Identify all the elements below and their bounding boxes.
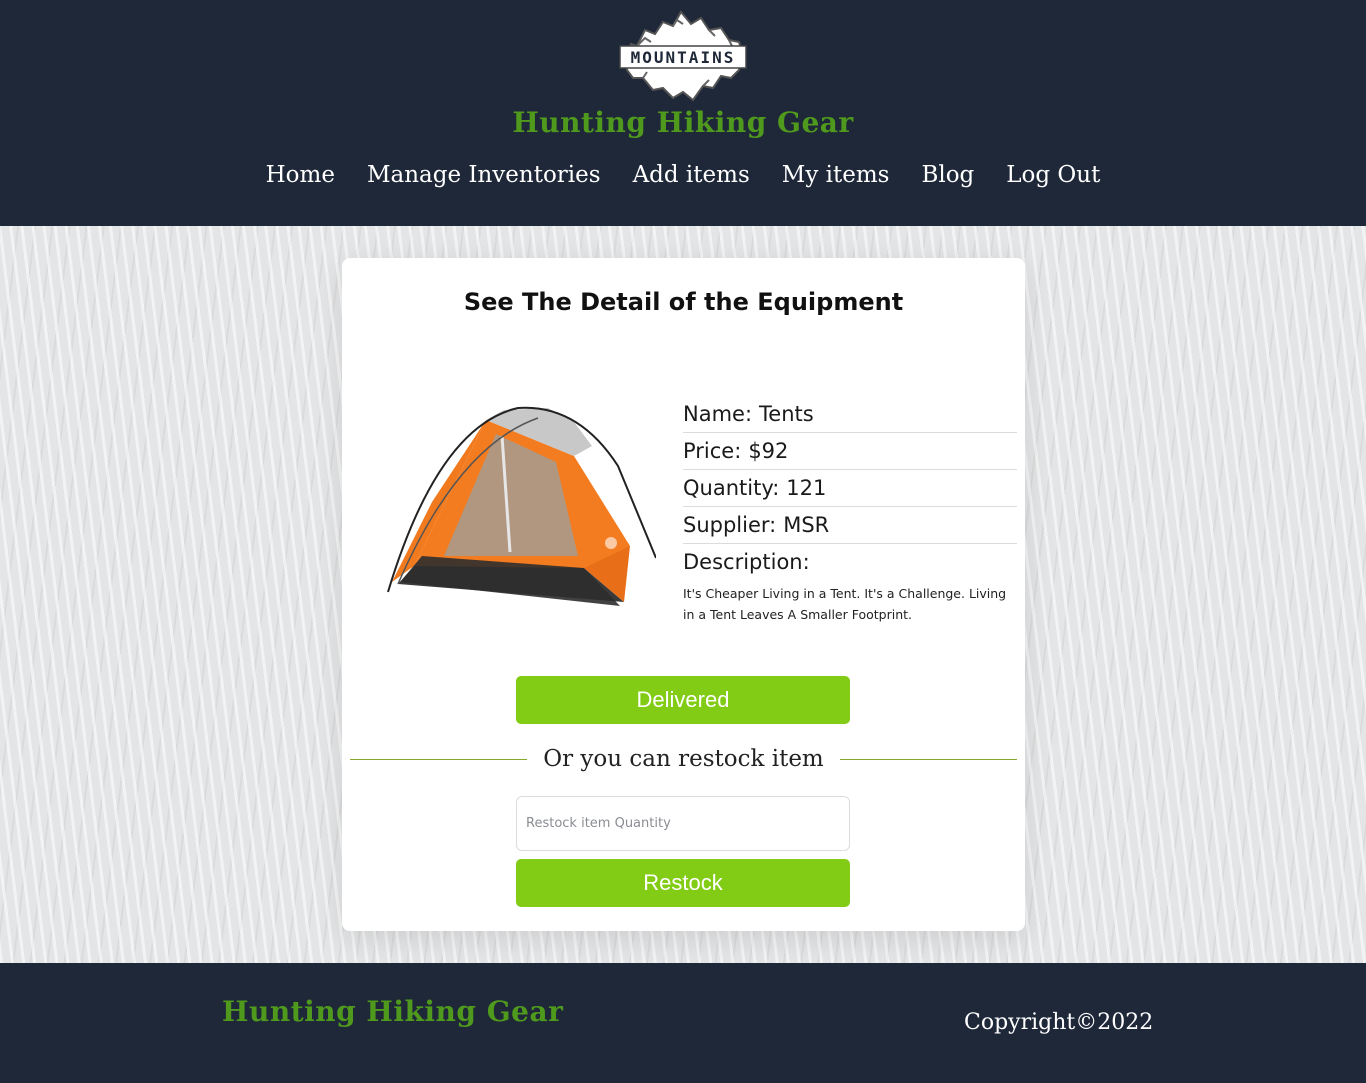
site-header: MOUNTAINS Hunting Hiking Gear Home Manag… — [0, 0, 1366, 226]
divider-line-left — [350, 758, 528, 760]
nav-home[interactable]: Home — [266, 162, 335, 188]
item-price-label: Price: — [683, 439, 742, 463]
item-description-row: Description: — [683, 544, 1017, 581]
tent-image — [378, 406, 657, 608]
nav-my-items[interactable]: My items — [782, 162, 890, 188]
item-quantity-label: Quantity: — [683, 476, 780, 500]
item-description-label: Description: — [683, 550, 810, 574]
item-details: Name: Tents Price: $92 Quantity: 121 Sup… — [683, 396, 1017, 625]
nav-add-items[interactable]: Add items — [633, 162, 750, 188]
site-footer: Hunting Hiking Gear Copyright©2022 — [0, 963, 1366, 1083]
item-quantity-value: 121 — [786, 476, 827, 500]
item-quantity-row: Quantity: 121 — [683, 470, 1017, 507]
item-name-row: Name: Tents — [683, 396, 1017, 433]
item-supplier-value: MSR — [783, 513, 830, 537]
item-name-label: Name: — [683, 402, 753, 426]
equipment-detail-card: See The Detail of the Equipment Name: Te… — [342, 258, 1025, 931]
main-nav: Home Manage Inventories Add items My ite… — [0, 162, 1366, 188]
item-description-text: It's Cheaper Living in a Tent. It's a Ch… — [683, 586, 1007, 622]
item-price-row: Price: $92 — [683, 433, 1017, 470]
logo-text: MOUNTAINS — [631, 48, 736, 67]
nav-manage-inventories[interactable]: Manage Inventories — [367, 162, 601, 188]
divider-text: Or you can restock item — [543, 746, 824, 772]
item-supplier-label: Supplier: — [683, 513, 777, 537]
brand-title: Hunting Hiking Gear — [512, 106, 854, 139]
divider-line-right — [839, 758, 1017, 760]
restock-button[interactable]: Restock — [516, 859, 850, 907]
card-title: See The Detail of the Equipment — [463, 288, 904, 316]
copyright-text: Copyright©2022 — [964, 1010, 1154, 1035]
nav-log-out[interactable]: Log Out — [1006, 162, 1100, 188]
footer-brand: Hunting Hiking Gear — [222, 995, 564, 1028]
item-price-value: $92 — [748, 439, 789, 463]
restock-divider: Or you can restock item — [350, 743, 1017, 775]
item-supplier-row: Supplier: MSR — [683, 507, 1017, 544]
item-name-value: Tents — [759, 402, 814, 426]
mountains-logo[interactable]: MOUNTAINS — [617, 8, 749, 106]
restock-quantity-input[interactable] — [516, 796, 850, 851]
delivered-button[interactable]: Delivered — [516, 676, 850, 724]
nav-blog[interactable]: Blog — [921, 162, 974, 188]
